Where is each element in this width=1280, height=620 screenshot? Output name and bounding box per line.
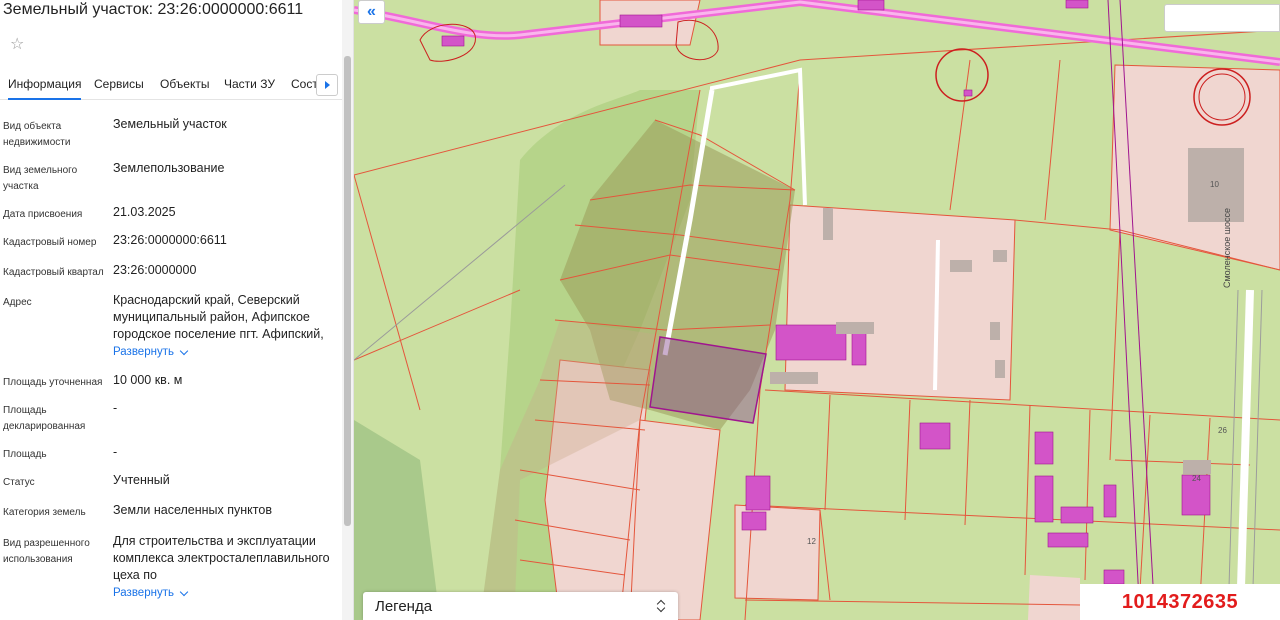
- attr-value: 23:26:0000000:6611: [113, 233, 227, 247]
- attr-value: Для строительства и эксплуатации комплек…: [113, 533, 333, 613]
- attr-label: Адрес: [3, 297, 32, 308]
- list-item: Кадастровый номер 23:26:0000000:6611: [0, 232, 340, 262]
- attr-label: Дата присвоения: [3, 209, 83, 220]
- legend-panel[interactable]: Легенда: [363, 592, 678, 620]
- expand-label: Развернуть: [113, 346, 174, 358]
- cadastral-map[interactable]: 10 26 24 12 Смоленское шоссе: [354, 0, 1280, 620]
- attr-label: Кадастровый квартал: [3, 267, 104, 278]
- list-item: Площадь -: [0, 444, 340, 472]
- tab-services[interactable]: Сервисы: [94, 77, 144, 91]
- list-item: Адрес Краснодарский край, Северский муни…: [0, 292, 340, 372]
- expand-address-link[interactable]: Развернуть: [113, 344, 189, 361]
- attr-label: Площадь уточненная: [3, 377, 103, 388]
- attr-value: 23:26:0000000: [113, 263, 197, 277]
- attr-label: Вид разрешенного использования: [3, 538, 90, 565]
- tabs-next-arrow-icon[interactable]: [316, 74, 338, 96]
- attributes-list: Вид объекта недвижимости Земельный участ…: [0, 116, 340, 613]
- attr-value: Краснодарский край, Северский муниципаль…: [113, 292, 333, 372]
- attr-value: Землепользование: [113, 161, 225, 175]
- tab-info[interactable]: Информация: [8, 77, 82, 100]
- attr-label: Площадь: [3, 449, 47, 460]
- map-canvas: [354, 0, 1280, 620]
- list-item: Вид объекта недвижимости Земельный участ…: [0, 116, 340, 160]
- map-search-input[interactable]: [1164, 4, 1280, 32]
- list-item: Площадь декларированная -: [0, 400, 340, 444]
- tab-composition[interactable]: Состав: [291, 77, 319, 91]
- attr-label: Площадь декларированная: [3, 405, 86, 432]
- permitted-use-text: Для строительства и эксплуатации комплек…: [113, 534, 330, 582]
- attr-value: Земли населенных пунктов: [113, 503, 272, 517]
- attr-value: -: [113, 401, 118, 415]
- attr-value: 10 000 кв. м: [113, 373, 183, 387]
- listing-id-watermark: 1014372635: [1080, 584, 1280, 620]
- parcel-number: 10: [1210, 180, 1219, 189]
- legend-label: Легенда: [375, 598, 433, 615]
- attr-label: Категория земель: [3, 507, 86, 518]
- parcel-number: 24: [1192, 474, 1201, 483]
- chevron-down-icon: [179, 346, 189, 356]
- list-item: Вид разрешенного использования Для строи…: [0, 533, 340, 613]
- attr-value: -: [113, 445, 118, 459]
- parcel-number: 12: [807, 537, 816, 546]
- attr-label: Статус: [3, 477, 35, 488]
- tab-parts[interactable]: Части ЗУ: [224, 77, 275, 91]
- attr-label: Кадастровый номер: [3, 237, 97, 248]
- tab-bar: Информация Сервисы Объекты Части ЗУ Сост…: [0, 70, 342, 100]
- attr-value: Земельный участок: [113, 117, 227, 131]
- tab-objects[interactable]: Объекты: [160, 77, 210, 91]
- list-item: Категория земель Земли населенных пункто…: [0, 502, 340, 533]
- attr-value: Учтенный: [113, 473, 170, 487]
- parcel-number: 26: [1218, 426, 1227, 435]
- attr-value: 21.03.2025: [113, 205, 176, 219]
- collapse-panel-button[interactable]: «: [358, 0, 385, 24]
- chevron-down-icon: [179, 587, 189, 597]
- attr-label: Вид объекта недвижимости: [3, 121, 71, 148]
- expand-permitted-use-link[interactable]: Развернуть: [113, 585, 189, 602]
- expand-label: Развернуть: [113, 587, 174, 599]
- list-item: Кадастровый квартал 23:26:0000000: [0, 262, 340, 292]
- page-title: Земельный участок: 23:26:0000000:6611: [3, 1, 304, 18]
- panel-scrollbar-thumb[interactable]: [344, 56, 351, 526]
- expand-collapse-icon[interactable]: [656, 597, 666, 615]
- list-item: Площадь уточненная 10 000 кв. м: [0, 372, 340, 400]
- road-label: Смоленское шоссе: [1222, 207, 1232, 288]
- list-item: Дата присвоения 21.03.2025: [0, 204, 340, 232]
- list-item: Статус Учтенный: [0, 472, 340, 502]
- attr-label: Вид земельного участка: [3, 165, 78, 192]
- favorite-star-icon[interactable]: ☆: [10, 37, 26, 53]
- list-item: Вид земельного участка Землепользование: [0, 160, 340, 204]
- address-text: Краснодарский край, Северский муниципаль…: [113, 293, 324, 341]
- info-panel: Земельный участок: 23:26:0000000:6611 ☆ …: [0, 0, 354, 620]
